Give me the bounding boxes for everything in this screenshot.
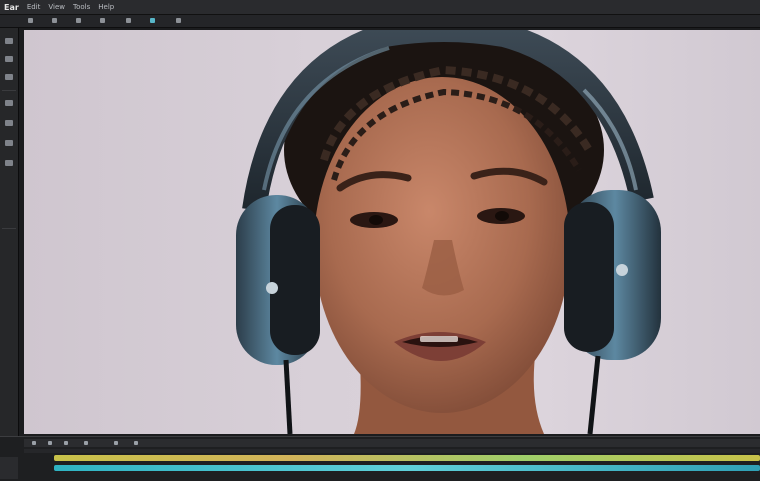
cursor-icon[interactable] xyxy=(5,38,13,44)
pen-icon[interactable] xyxy=(5,100,13,106)
timeline-track-video[interactable] xyxy=(54,465,760,471)
eraser-icon[interactable] xyxy=(5,120,13,126)
marker-icon[interactable] xyxy=(114,441,118,445)
play-icon[interactable] xyxy=(32,441,36,445)
timeline-panel xyxy=(0,436,760,481)
tool-divider xyxy=(2,228,16,229)
crop-tool-icon[interactable] xyxy=(76,18,81,23)
move-tool-icon[interactable] xyxy=(52,18,57,23)
brush-tool-icon[interactable] xyxy=(100,18,105,23)
zoom-icon[interactable] xyxy=(5,74,13,80)
select-tool-icon[interactable] xyxy=(28,18,33,23)
portrait-illustration xyxy=(236,30,661,434)
tool-divider xyxy=(2,90,16,91)
menu-item-edit[interactable]: Edit xyxy=(23,3,45,11)
left-toolbar xyxy=(0,28,19,440)
menu-bar: Ear Edit View Tools Help xyxy=(0,0,760,15)
layer-icon[interactable] xyxy=(150,18,155,23)
timeline-controls xyxy=(24,439,760,447)
timeline-track-audio[interactable] xyxy=(54,455,760,461)
menu-item-help[interactable]: Help xyxy=(94,3,118,11)
settings-icon[interactable] xyxy=(176,18,181,23)
zoom-timeline-icon[interactable] xyxy=(134,441,138,445)
stop-icon[interactable] xyxy=(64,441,68,445)
timeline-side-panel xyxy=(0,457,18,479)
menu-item-view[interactable]: View xyxy=(44,3,69,11)
toolbar xyxy=(0,15,760,28)
menu-item-tools[interactable]: Tools xyxy=(69,3,94,11)
eyedropper-icon[interactable] xyxy=(5,160,13,166)
pause-icon[interactable] xyxy=(48,441,52,445)
timeline-ruler[interactable] xyxy=(24,449,760,453)
hand-icon[interactable] xyxy=(5,56,13,62)
canvas-viewport[interactable] xyxy=(24,30,760,434)
fill-icon[interactable] xyxy=(5,140,13,146)
loop-icon[interactable] xyxy=(84,441,88,445)
app-brand: Ear xyxy=(4,2,19,12)
text-tool-icon[interactable] xyxy=(126,18,131,23)
